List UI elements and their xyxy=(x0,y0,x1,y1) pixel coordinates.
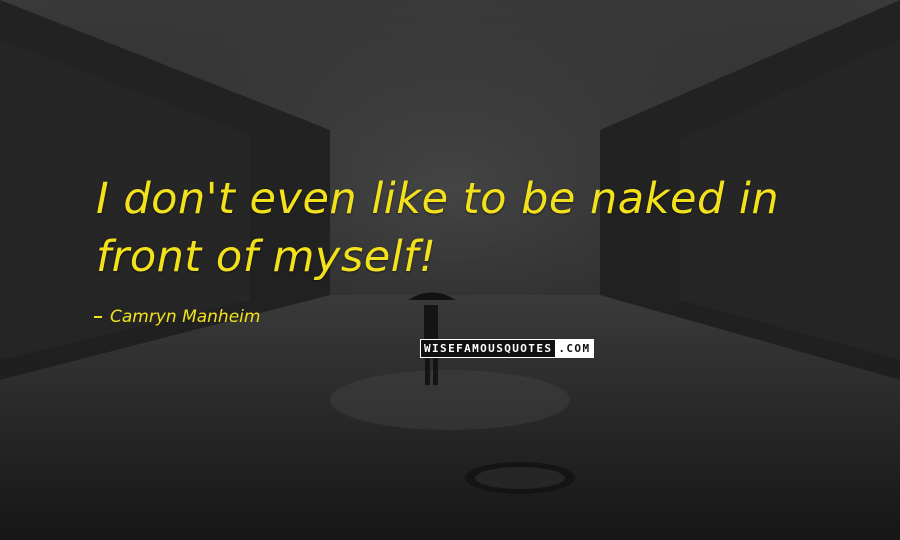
quote-text: I don't even like to be naked in front o… xyxy=(96,170,856,286)
quote-line-2: front of myself! xyxy=(96,232,437,282)
quote-image: I don't even like to be naked in front o… xyxy=(0,0,900,540)
dash-icon xyxy=(94,316,102,318)
watermark-part-1: WISEFAMOUSQUOTES xyxy=(421,340,556,357)
watermark-logo: WISEFAMOUSQUOTES .COM xyxy=(420,339,595,358)
author-name: Camryn Manheim xyxy=(110,307,261,327)
watermark-part-2: .COM xyxy=(555,340,594,357)
quote-line-1: I don't even like to be naked in xyxy=(96,174,780,224)
author-attribution: Camryn Manheim xyxy=(94,306,260,328)
